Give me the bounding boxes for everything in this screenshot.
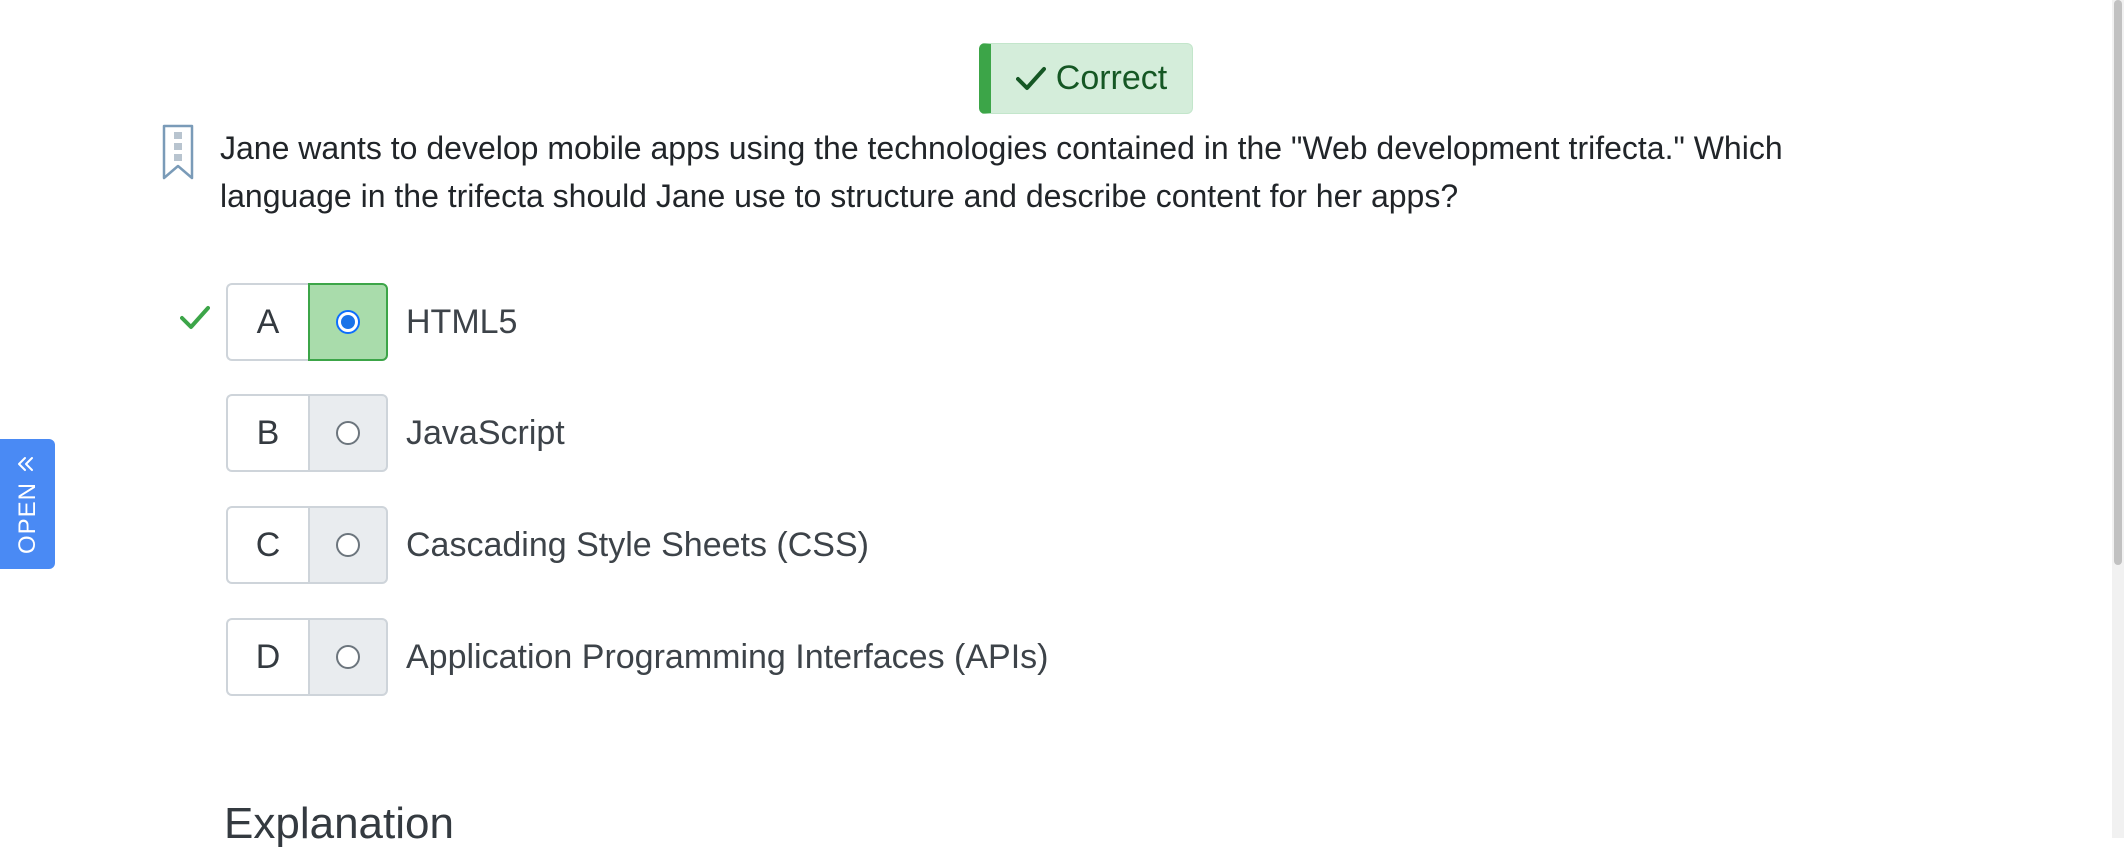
answer-letter: D <box>226 618 308 696</box>
answer-radio-d[interactable] <box>308 618 388 696</box>
answer-option-c[interactable]: C Cascading Style Sheets (CSS) <box>0 506 1200 586</box>
radio-button[interactable] <box>336 645 360 669</box>
answer-radio-c[interactable] <box>308 506 388 584</box>
vertical-scrollbar[interactable] <box>2112 0 2124 838</box>
bookmark-icon[interactable] <box>162 124 194 187</box>
answer-option-a[interactable]: A HTML5 <box>0 283 1200 363</box>
answer-letter: B <box>226 394 308 472</box>
correct-check-icon <box>180 305 210 336</box>
radio-button-selected[interactable] <box>336 310 360 334</box>
radio-button[interactable] <box>336 421 360 445</box>
answer-letter: A <box>226 283 308 361</box>
answer-text[interactable]: JavaScript <box>406 394 565 472</box>
radio-button[interactable] <box>336 533 360 557</box>
status-label: Correct <box>1055 59 1168 97</box>
explanation-heading: Explanation <box>224 799 454 848</box>
check-icon <box>1015 66 1046 92</box>
answer-radio-a[interactable] <box>308 283 388 361</box>
answer-text[interactable]: Cascading Style Sheets (CSS) <box>406 506 869 584</box>
scrollbar-thumb[interactable] <box>2114 0 2122 565</box>
answer-option-d[interactable]: D Application Programming Interfaces (AP… <box>0 618 1200 698</box>
answer-letter: C <box>226 506 308 584</box>
question-text: Jane wants to develop mobile apps using … <box>220 130 1783 214</box>
answer-text[interactable]: Application Programming Interfaces (APIs… <box>406 618 1048 696</box>
answer-text[interactable]: HTML5 <box>406 283 517 361</box>
answer-option-b[interactable]: B JavaScript <box>0 394 1200 474</box>
open-sidebar-tab[interactable]: OPEN <box>0 439 55 569</box>
double-chevron-right-icon <box>14 454 42 474</box>
status-badge: Correct <box>979 43 1193 114</box>
answer-radio-b[interactable] <box>308 394 388 472</box>
open-tab-label: OPEN <box>13 481 41 555</box>
